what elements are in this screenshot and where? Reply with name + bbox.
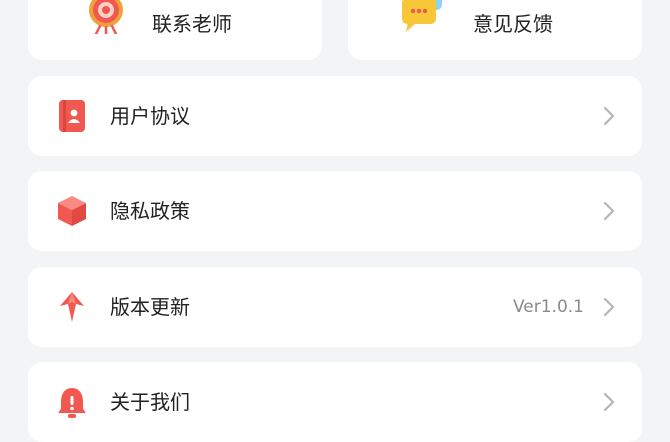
contact-teacher-label: 联系老师 xyxy=(152,12,232,36)
menu-item-about-us[interactable]: 关于我们 xyxy=(28,362,642,442)
menu-item-label: 用户协议 xyxy=(110,104,190,128)
lantern-icon xyxy=(89,0,123,34)
menu-item-version-update[interactable]: 版本更新 Ver1.0.1 xyxy=(28,267,642,347)
chevron-right-icon xyxy=(603,201,615,221)
menu-item-label: 版本更新 xyxy=(110,295,190,319)
contact-teacher-card[interactable]: 联系老师 xyxy=(28,0,322,60)
menu-item-label: 关于我们 xyxy=(110,390,190,414)
feedback-card[interactable]: 意见反馈 xyxy=(348,0,642,60)
box-icon xyxy=(58,196,86,226)
menu-item-label: 隐私政策 xyxy=(110,199,190,223)
chevron-right-icon xyxy=(603,392,615,412)
version-value: Ver1.0.1 xyxy=(512,297,584,317)
menu-item-privacy-policy[interactable]: 隐私政策 xyxy=(28,171,642,251)
rocket-icon xyxy=(60,292,84,322)
chevron-right-icon xyxy=(603,297,615,317)
chat-bubble-icon xyxy=(402,0,442,32)
feedback-label: 意见反馈 xyxy=(473,12,553,36)
chevron-right-icon xyxy=(603,106,615,126)
menu-item-user-agreement[interactable]: 用户协议 xyxy=(28,76,642,156)
document-icon xyxy=(59,100,85,132)
